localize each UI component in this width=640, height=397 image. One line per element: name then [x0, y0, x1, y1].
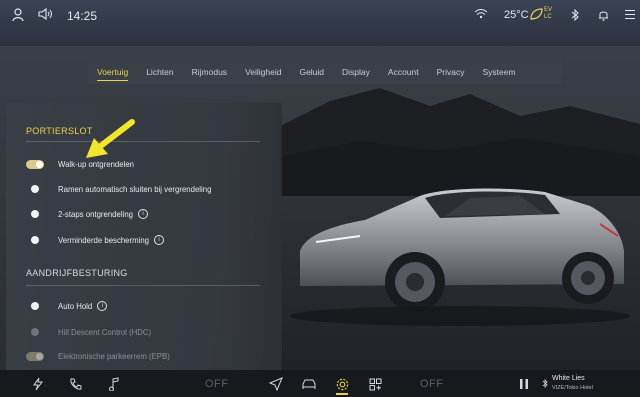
bottom-dock: OFF OFF White Lies VIZE/Tokio Hotel — [0, 370, 640, 397]
ev-badge: EV LC — [544, 7, 552, 21]
setting-electronic-parking-brake: Elektronische parkeerrem (EPB) — [26, 349, 170, 363]
outside-temperature: 25°C — [504, 9, 529, 21]
setting-label: Hill Descent Control (HDC) — [58, 327, 152, 337]
leaf-eco-icon — [530, 8, 543, 20]
ev-badge-bottom: LC — [544, 14, 552, 20]
bluetooth-icon[interactable] — [570, 9, 580, 21]
setting-hill-descent-control: Hill Descent Control (HDC) — [26, 325, 151, 339]
car-icon[interactable] — [301, 376, 317, 392]
tab-geluid[interactable]: Geluid — [290, 60, 333, 84]
info-icon[interactable]: i — [154, 235, 165, 245]
setting-auto-close-windows[interactable]: Ramen automatisch sluiten bij vergrendel… — [26, 182, 211, 196]
setting-reduced-protection[interactable]: Verminderde bescherming i — [26, 233, 165, 247]
navigation-icon[interactable] — [268, 376, 284, 392]
section-divider — [26, 141, 260, 142]
menu-icon[interactable] — [624, 9, 636, 20]
settings-gear-icon[interactable] — [334, 376, 350, 392]
tab-display[interactable]: Display — [333, 60, 379, 84]
setting-two-step-unlock[interactable]: 2-staps ontgrendeling i — [26, 207, 148, 221]
user-icon[interactable] — [12, 8, 24, 22]
tab-voertuig[interactable]: Voertuig — [88, 60, 137, 84]
epb-toggle — [26, 351, 44, 361]
setting-label: Verminderde bescherming — [58, 235, 150, 245]
music-icon[interactable] — [106, 376, 122, 392]
tab-systeem[interactable]: Systeem — [474, 60, 525, 84]
radio-dot[interactable] — [31, 185, 39, 193]
info-icon[interactable]: i — [97, 301, 108, 311]
tab-privacy[interactable]: Privacy — [428, 60, 474, 84]
setting-label: Ramen automatisch sluiten bij vergrendel… — [58, 184, 212, 194]
info-icon[interactable]: i — [138, 209, 148, 219]
annotation-arrow-icon — [86, 119, 135, 158]
bluetooth-audio-icon — [542, 375, 548, 393]
radio-dot[interactable] — [31, 236, 39, 244]
setting-label: Elektronische parkeerrem (EPB) — [58, 351, 170, 361]
section-title-aandrijfbesturing: AANDRIJFBESTURING — [26, 268, 128, 278]
setting-label: Auto Hold — [58, 301, 93, 311]
ev-badge-top: EV — [544, 7, 553, 13]
radio-dot[interactable] — [31, 302, 39, 310]
settings-panel: PORTIERSLOT Walk-up ontgrendelen Ramen a… — [6, 103, 282, 370]
tab-lichten[interactable]: Lichten — [137, 60, 182, 84]
setting-label: 2-staps ontgrendeling — [58, 209, 133, 219]
apps-grid-icon[interactable] — [367, 376, 383, 392]
radio-dot[interactable] — [31, 210, 39, 218]
tab-rijmodus[interactable]: Rijmodus — [183, 60, 236, 84]
wifi-icon — [474, 8, 488, 19]
pause-icon[interactable] — [516, 376, 532, 392]
bell-icon[interactable] — [598, 9, 609, 21]
left-climate-status[interactable]: OFF — [205, 378, 229, 390]
right-climate-status[interactable]: OFF — [420, 378, 444, 390]
section-divider — [26, 285, 260, 286]
radio-dot — [31, 328, 39, 336]
media-subtitle: VIZE/Tokio Hotel — [552, 385, 593, 391]
status-bar: 14:25 25°C EV LC — [0, 0, 640, 46]
car-infotainment-screen: 14:25 25°C EV LC Voertuig Lichten Rijmod… — [0, 0, 640, 397]
setting-auto-hold[interactable]: Auto Hold i — [26, 299, 108, 313]
clock-time: 14:25 — [67, 9, 98, 23]
tab-veiligheid[interactable]: Veiligheid — [236, 60, 290, 84]
tab-account[interactable]: Account — [379, 60, 428, 84]
active-indicator — [336, 393, 348, 395]
charging-icon[interactable] — [30, 376, 46, 392]
walk-up-unlock-toggle[interactable] — [26, 159, 44, 169]
media-title: White Lies — [552, 375, 585, 382]
phone-icon[interactable] — [67, 376, 83, 392]
settings-tabs: Voertuig Lichten Rijmodus Veiligheid Geluid D… — [88, 60, 562, 84]
volume-icon[interactable] — [38, 8, 54, 20]
